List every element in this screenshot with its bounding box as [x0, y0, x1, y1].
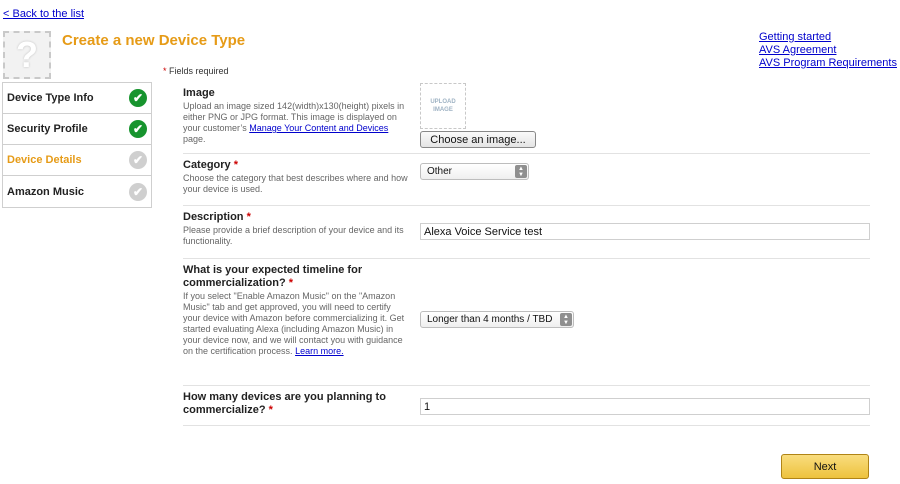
device-count-input[interactable]	[420, 398, 870, 415]
category-select[interactable]: Other ▲ ▼	[420, 163, 529, 180]
step-label: Amazon Music	[7, 185, 85, 198]
device-details-form: Image Upload an image sized 142(width)x1…	[183, 82, 870, 426]
device-placeholder-icon: ?	[3, 31, 51, 79]
category-help: Choose the category that best describes …	[183, 173, 408, 194]
step-device-type-info[interactable]: Device Type Info ✔	[3, 83, 151, 114]
checkmark-icon: ✔	[129, 182, 147, 201]
step-security-profile[interactable]: Security Profile ✔	[3, 114, 151, 145]
avs-agreement-link[interactable]: AVS Agreement	[759, 44, 897, 57]
category-label: Category *	[183, 159, 239, 171]
required-fields-note: * Fields required	[163, 66, 229, 76]
description-label: Description *	[183, 211, 251, 223]
timeline-help: If you select "Enable Amazon Music" on t…	[183, 291, 405, 356]
choose-image-button[interactable]: Choose an image...	[420, 131, 536, 148]
page-title: Create a new Device Type	[62, 32, 246, 49]
select-arrows-icon: ▲ ▼	[560, 313, 572, 326]
image-row: Image Upload an image sized 142(width)x1…	[183, 82, 870, 154]
wizard-steps: Device Type Info ✔ Security Profile ✔ De…	[2, 82, 152, 208]
image-label: Image	[183, 87, 215, 99]
checkmark-icon: ✔	[129, 151, 147, 169]
image-help: Upload an image sized 142(width)x130(hei…	[183, 101, 405, 144]
timeline-selected-value: Longer than 4 months / TBD	[427, 314, 553, 325]
category-selected-value: Other	[427, 166, 453, 177]
category-row: Category * Choose the category that best…	[183, 154, 870, 206]
step-label: Device Details	[7, 154, 82, 166]
help-links: Getting started AVS Agreement AVS Progra…	[759, 31, 897, 70]
step-amazon-music[interactable]: Amazon Music ✔	[3, 176, 151, 207]
checkmark-icon: ✔	[129, 89, 147, 107]
next-button[interactable]: Next	[781, 454, 869, 479]
description-input[interactable]	[420, 223, 870, 240]
avs-program-requirements-link[interactable]: AVS Program Requirements	[759, 57, 897, 70]
back-to-list-link[interactable]: < Back to the list	[3, 8, 84, 20]
select-arrows-icon: ▲ ▼	[515, 165, 527, 178]
description-row: Description * Please provide a brief des…	[183, 206, 870, 259]
step-device-details[interactable]: Device Details ✔	[3, 145, 151, 176]
timeline-row: What is your expected timeline for comme…	[183, 259, 870, 386]
getting-started-link[interactable]: Getting started	[759, 31, 897, 44]
upload-image-placeholder: UPLOAD IMAGE	[420, 83, 466, 129]
required-note-text: Fields required	[169, 66, 229, 76]
timeline-select[interactable]: Longer than 4 months / TBD ▲ ▼	[420, 311, 574, 328]
device-count-label: How many devices are you planning to com…	[183, 391, 386, 416]
required-asterisk: *	[163, 66, 167, 76]
learn-more-link[interactable]: Learn more.	[295, 346, 344, 356]
manage-content-link[interactable]: Manage Your Content and Devices	[249, 123, 388, 133]
description-help: Please provide a brief description of yo…	[183, 225, 404, 246]
step-label: Security Profile	[7, 123, 88, 135]
device-count-row: How many devices are you planning to com…	[183, 386, 870, 426]
step-label: Device Type Info	[7, 92, 94, 104]
checkmark-icon: ✔	[129, 120, 147, 138]
timeline-label: What is your expected timeline for comme…	[183, 264, 363, 289]
